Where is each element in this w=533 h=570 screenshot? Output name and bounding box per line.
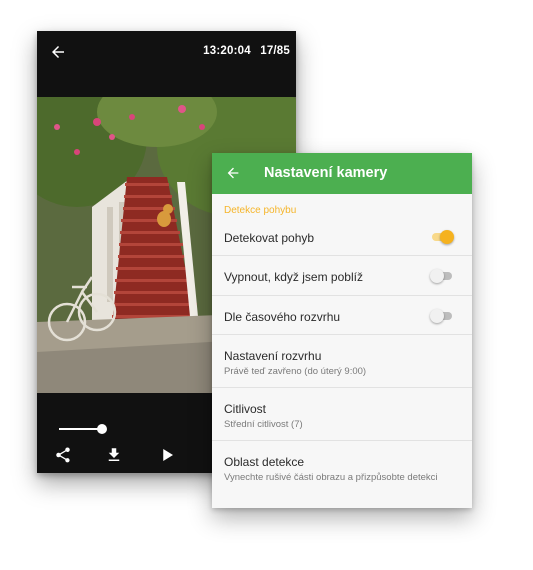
settings-app-bar: Nastavení kamery [212,153,472,194]
settings-title: Nastavení kamery [264,165,388,181]
setting-sensitivity[interactable]: Citlivost Střední citlivost (7) [212,388,472,441]
playback-slider-thumb[interactable] [97,424,107,434]
setting-sublabel: Střední citlivost (7) [224,419,303,430]
setting-sublabel: Vynechte rušivé části obrazu a přizpůsob… [224,472,438,483]
setting-label: Nastavení rozvrhu [224,349,322,363]
disable-nearby-toggle[interactable] [430,268,454,284]
by-schedule-toggle[interactable] [430,308,454,324]
setting-label: Vypnout, když jsem poblíž [224,270,363,284]
download-icon[interactable] [105,446,123,464]
setting-detection-area[interactable]: Oblast detekce Vynechte rušivé části obr… [212,441,472,508]
setting-schedule-config[interactable]: Nastavení rozvrhu Právě teď zavřeno (do … [212,335,472,388]
setting-label: Citlivost [224,402,267,416]
setting-by-schedule[interactable]: Dle časového rozvrhu [212,296,472,335]
back-arrow-icon[interactable] [225,165,241,181]
viewer-top-bar: 13:20:04 17/85 [37,31,296,97]
setting-label: Detekovat pohyb [224,231,315,245]
viewer-time: 13:20:04 [203,45,251,57]
setting-disable-nearby[interactable]: Vypnout, když jsem poblíž [212,256,472,296]
viewer-counter: 17/85 [260,45,290,57]
setting-sublabel: Právě teď zavřeno (do úterý 9:00) [224,366,367,377]
setting-label: Oblast detekce [224,455,305,469]
share-icon[interactable] [54,446,72,464]
back-arrow-icon[interactable] [49,43,67,61]
play-icon[interactable] [158,446,176,464]
detect-motion-toggle[interactable] [430,229,454,245]
toggle-knob [440,230,454,244]
camera-settings-panel: Nastavení kamery Detekce pohybu Detekova… [212,153,472,508]
viewer-status: 13:20:04 17/85 [197,45,290,57]
section-header-motion: Detekce pohybu [224,205,297,216]
toggle-knob [430,309,444,323]
setting-label: Dle časového rozvrhu [224,310,341,324]
setting-detect-motion[interactable]: Detekovat pohyb [212,217,472,256]
playback-slider-track[interactable] [59,428,101,430]
toggle-knob [430,269,444,283]
